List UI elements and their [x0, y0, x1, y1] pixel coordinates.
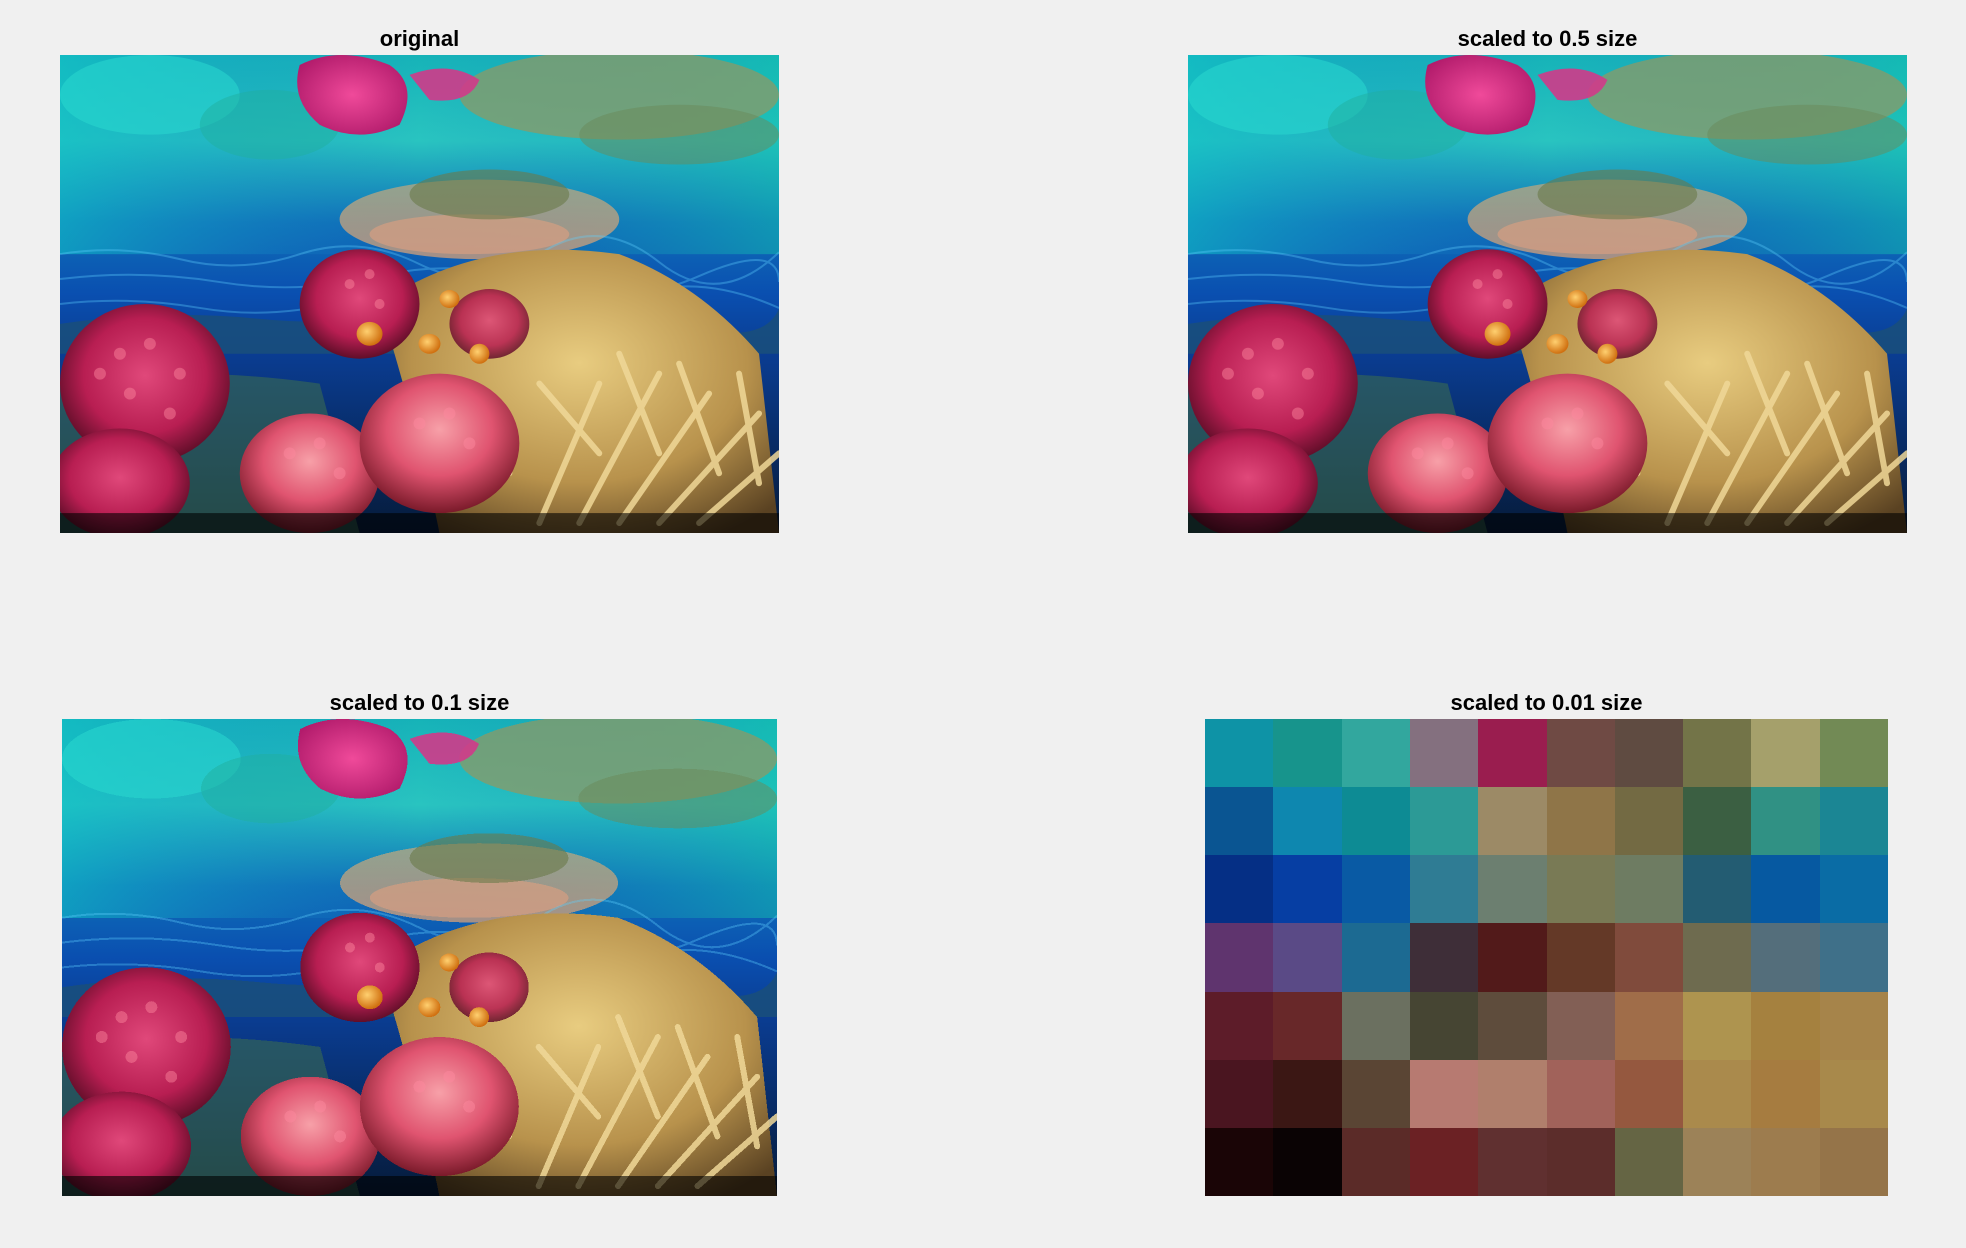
pixel-cell	[1273, 1127, 1342, 1196]
pixel-cell	[1819, 1127, 1888, 1196]
pixel-cell	[1341, 923, 1410, 992]
panel-original: original	[0, 0, 983, 624]
pixel-cell	[1273, 719, 1342, 788]
pixel-cell	[1683, 719, 1752, 788]
pixel-cell	[1546, 1127, 1615, 1196]
pixel-cell	[1341, 787, 1410, 856]
pixel-cell	[1683, 1127, 1752, 1196]
pixel-cell	[1614, 1059, 1684, 1128]
pixel-cell	[1273, 1059, 1342, 1128]
pixel-cell	[1205, 923, 1274, 992]
pixel-cell	[1478, 923, 1547, 992]
pixel-cell	[1683, 787, 1752, 856]
pixel-cell	[1546, 787, 1615, 856]
low-res-pixel-grid	[1205, 719, 1888, 1196]
pixel-cell	[1273, 855, 1342, 924]
pixel-cell	[1478, 855, 1547, 924]
pixel-cell	[1614, 991, 1684, 1060]
pixel-cell	[1614, 787, 1684, 856]
pixel-cell	[1546, 855, 1615, 924]
panel-hundredth-scale: scaled to 0.01 size	[983, 624, 1966, 1248]
pixel-cell	[1341, 719, 1410, 788]
pixel-cell	[1546, 923, 1615, 992]
pixel-cell	[1478, 719, 1547, 788]
pixel-cell	[1614, 719, 1684, 788]
pixel-cell	[1546, 991, 1615, 1060]
pixel-cell	[1341, 991, 1410, 1060]
pixel-cell	[1273, 787, 1342, 856]
pixel-cell	[1205, 1059, 1274, 1128]
pixel-cell	[1683, 855, 1752, 924]
pixel-cell	[1683, 923, 1752, 992]
pixel-cell	[1819, 719, 1888, 788]
coral-reef-image	[1188, 55, 1907, 533]
pixel-cell	[1614, 1127, 1684, 1196]
coral-reef-image-pixelated	[62, 719, 777, 1196]
pixel-cell	[1478, 991, 1547, 1060]
pixel-cell	[1819, 1059, 1888, 1128]
pixel-cell	[1751, 923, 1820, 992]
panel-title: scaled to 0.01 size	[1450, 690, 1643, 715]
pixel-cell	[1409, 787, 1479, 856]
panel-title: scaled to 0.1 size	[329, 690, 510, 715]
pixel-cell	[1273, 991, 1342, 1060]
pixel-cell	[1751, 1127, 1820, 1196]
pixel-cell	[1819, 923, 1888, 992]
panel-title: scaled to 0.5 size	[1457, 26, 1638, 51]
pixel-cell	[1273, 923, 1342, 992]
pixel-cell	[1205, 787, 1274, 856]
pixel-cell	[1751, 1059, 1820, 1128]
pixel-cell	[1751, 787, 1820, 856]
pixel-cell	[1751, 855, 1820, 924]
pixel-cell	[1614, 855, 1684, 924]
pixel-cell	[1205, 855, 1274, 924]
pixel-cell	[1751, 719, 1820, 788]
pixel-cell	[1478, 787, 1547, 856]
pixel-cell	[1205, 719, 1274, 788]
pixel-cell	[1409, 991, 1479, 1060]
pixel-cell	[1478, 1059, 1547, 1128]
pixel-cell	[1546, 719, 1615, 788]
pixel-cell	[1409, 855, 1479, 924]
pixel-cell	[1205, 1127, 1274, 1196]
pixel-cell	[1478, 1127, 1547, 1196]
pixel-cell	[1819, 855, 1888, 924]
panel-title: original	[379, 26, 460, 51]
pixel-cell	[1409, 1059, 1479, 1128]
pixel-cell	[1409, 923, 1479, 992]
pixel-cell	[1819, 787, 1888, 856]
pixel-cell	[1819, 991, 1888, 1060]
pixel-cell	[1341, 855, 1410, 924]
pixel-cell	[1409, 1127, 1479, 1196]
pixel-cell	[1341, 1059, 1410, 1128]
pixel-cell	[1683, 991, 1752, 1060]
pixel-cell	[1614, 923, 1684, 992]
pixel-cell	[1341, 1127, 1410, 1196]
pixel-cell	[1683, 1059, 1752, 1128]
pixel-cell	[1205, 991, 1274, 1060]
coral-reef-image	[60, 55, 779, 533]
panel-tenth-scale: scaled to 0.1 size	[0, 624, 983, 1248]
pixel-cell	[1751, 991, 1820, 1060]
pixel-cell	[1409, 719, 1479, 788]
panel-half-scale: scaled to 0.5 size	[983, 0, 1966, 624]
pixel-cell	[1546, 1059, 1615, 1128]
